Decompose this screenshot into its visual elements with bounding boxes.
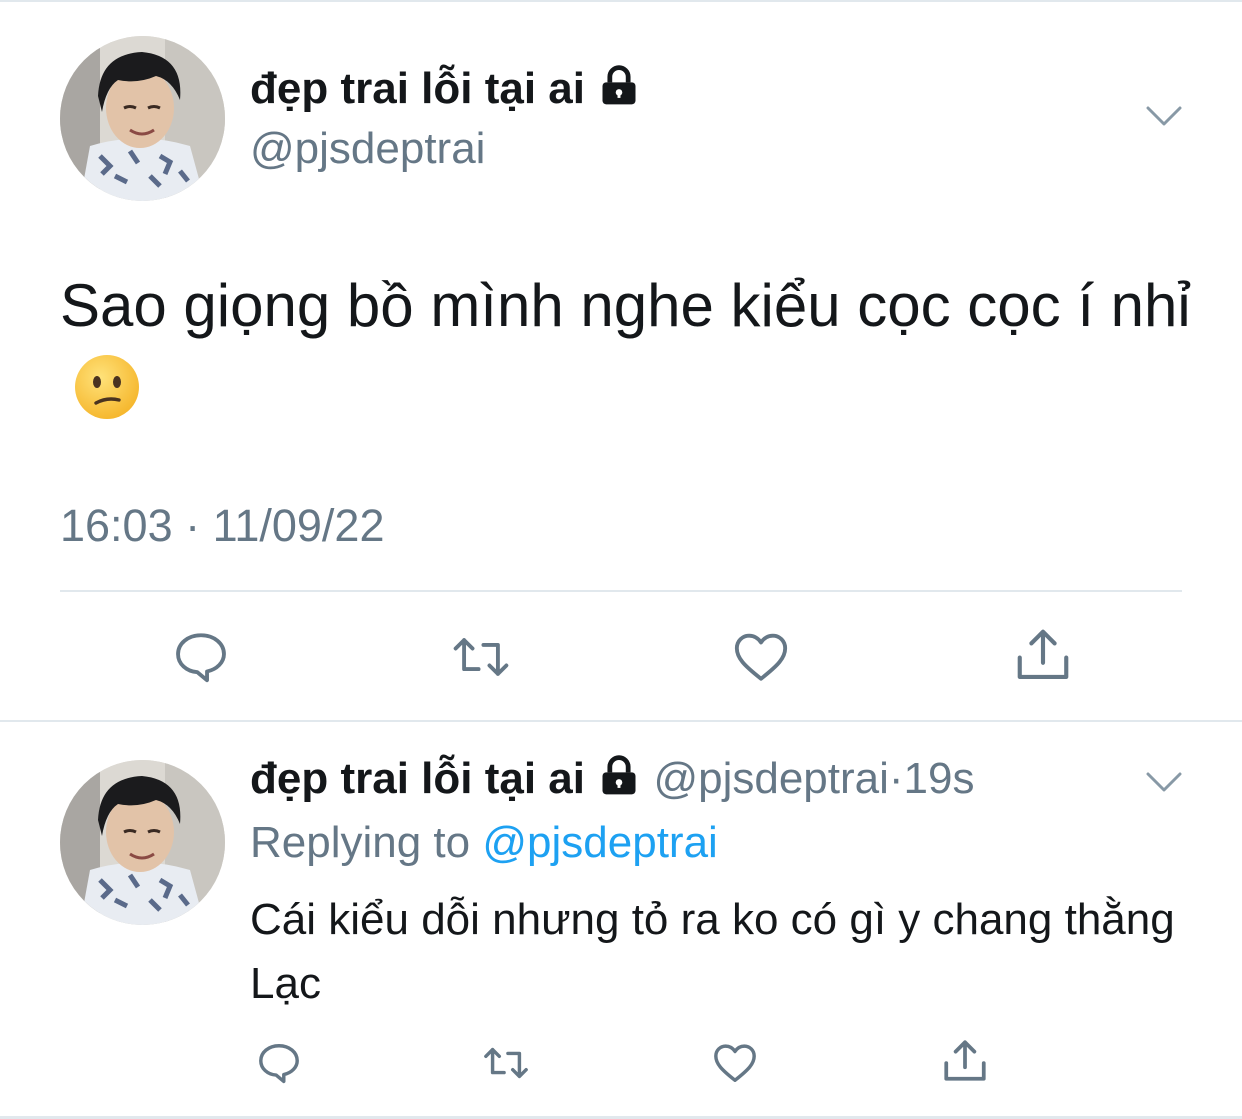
reply-share-icon[interactable] — [940, 1036, 990, 1091]
confused-face-icon — [74, 352, 140, 447]
tweet-timestamp[interactable]: 16:03 · 11/09/22 — [60, 500, 384, 552]
tweet-body: Sao giọng bồ mình nghe kiểu cọc cọc í nh… — [60, 272, 1191, 339]
like-icon[interactable] — [732, 628, 790, 691]
lock-icon — [597, 64, 641, 119]
reply-author-name[interactable]: đẹp trai lỗi tại ai — [250, 754, 585, 803]
tweet-time: 16:03 — [60, 500, 173, 551]
reply-age[interactable]: 19s — [904, 754, 975, 803]
meta-separator: · — [185, 500, 201, 551]
top-divider — [0, 0, 1242, 2]
reply-avatar[interactable] — [60, 760, 225, 925]
reply-like-icon[interactable] — [712, 1040, 758, 1091]
reply-reply-icon[interactable] — [256, 1040, 302, 1091]
tweet-divider — [0, 720, 1242, 722]
actions-divider — [60, 590, 1182, 592]
tweet-date: 11/09/22 — [212, 500, 385, 551]
lock-icon — [597, 754, 641, 809]
chevron-down-icon[interactable] — [1146, 104, 1182, 133]
share-icon[interactable] — [1012, 624, 1074, 691]
replying-prefix: Replying to — [250, 818, 471, 867]
author-name[interactable]: đẹp trai lỗi tại ai — [250, 64, 641, 119]
reply-text: Cái kiểu dỗi nhưng tỏ ra ko có gì y chan… — [250, 895, 1175, 1008]
avatar[interactable] — [60, 36, 225, 201]
author-name-text: đẹp trai lỗi tại ai — [250, 64, 585, 114]
replying-to: Replying to @pjsdeptrai — [250, 818, 718, 868]
reply-icon[interactable] — [172, 628, 230, 691]
author-handle[interactable]: @pjsdeptrai — [250, 124, 485, 174]
replying-mention-link[interactable]: @pjsdeptrai — [482, 818, 717, 867]
tweet-text: Sao giọng bồ mình nghe kiểu cọc cọc í nh… — [60, 258, 1200, 453]
reply-separator: · — [888, 754, 904, 804]
reply-author-handle[interactable]: @pjsdeptrai — [653, 754, 888, 803]
reply-header: đẹp trai lỗi tại ai @pjsdeptrai·19s — [250, 754, 975, 809]
reply-retweet-icon[interactable] — [480, 1040, 532, 1091]
retweet-icon[interactable] — [448, 628, 514, 691]
reply-chevron-down-icon[interactable] — [1146, 770, 1182, 799]
